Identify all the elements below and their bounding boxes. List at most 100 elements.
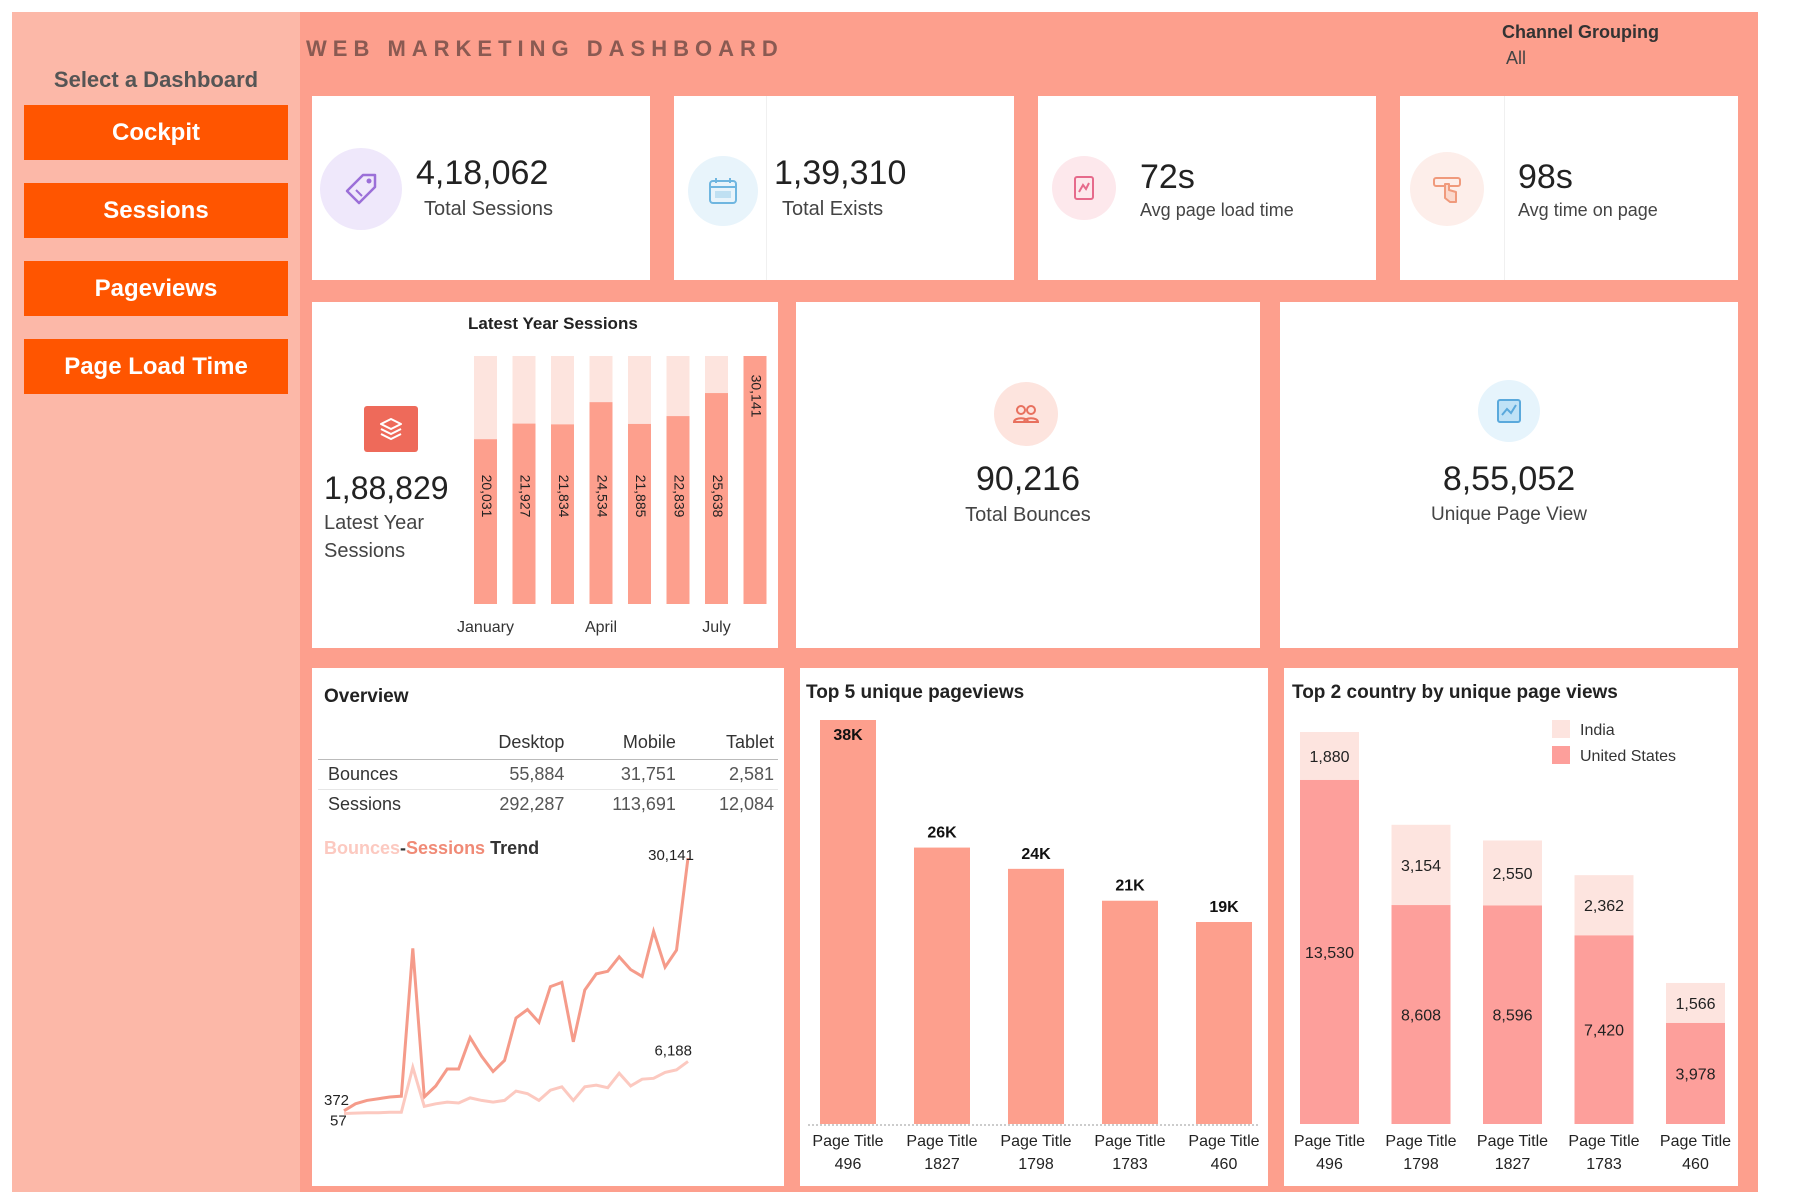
kpi-card-avg-time-on-page: 98s Avg time on page [1400,96,1738,280]
india-value-label: 2,550 [1492,866,1532,883]
bar-remainder [512,356,536,424]
kpi-label: Avg time on page [1518,200,1658,220]
unique-page-view-value: 8,55,052 [1442,460,1576,498]
bar [474,439,497,604]
bar-value-label: 21K [1115,878,1145,895]
bar-remainder [551,356,574,425]
india-value-label: 1,566 [1675,996,1715,1013]
kpi-value: 98s [1518,158,1573,196]
x-tick-label: Page Title [1568,1133,1639,1150]
bar-remainder [705,356,728,394]
total-bounces-value: 90,216 [976,460,1080,498]
x-tick-label: Page Title [1094,1133,1165,1150]
x-tick-label: 496 [835,1156,862,1173]
price-tag-icon [320,148,402,230]
bounces-sessions-trend-chart: 372 57 30,141 6,188 [324,847,694,1130]
bar-remainder [628,356,651,424]
bounces-end-label: 6,188 [654,1042,692,1059]
x-tick-label: 1783 [1112,1156,1148,1173]
x-tick-label: 460 [1211,1156,1238,1173]
divider [1504,96,1505,280]
users-icon [994,382,1058,446]
sessions-start-label: 372 [324,1092,349,1109]
sessions-end-label: 30,141 [648,847,694,864]
sidebar-title: Select a Dashboard [53,67,259,92]
bar [1196,922,1252,1124]
total-bounces-label: Total Bounces [965,504,1091,526]
x-tick-label: January [457,619,514,636]
kpi-label: Total Sessions [424,198,553,220]
x-tick-label: Page Title [1294,1133,1365,1150]
bar-remainder [589,356,613,403]
top5-card: Top 5 unique pageviews 38K Page Title 496 2… [800,668,1268,1186]
bar-value-label: 19K [1209,899,1239,916]
bar-value-label: 30,141 [748,375,764,418]
us-value-label: 3,978 [1675,1066,1715,1083]
x-tick-label: 1827 [924,1156,960,1173]
sessions-button[interactable]: Sessions [24,183,288,238]
calendar-icon [688,156,758,226]
top2-country-chart: 1,880 13,530 Page Title 496 3,154 8,608 Page T… [1294,720,1731,1173]
bar-remainder [666,356,690,417]
hand-pointer-icon [1410,152,1484,226]
x-tick-label: Page Title [1000,1133,1071,1150]
total-bounces-card: 90,216 Total Bounces [796,302,1260,648]
kpi-card-avg-page-load: 72s Avg page load time [1038,96,1376,280]
bar-value-label: 20,031 [479,475,495,518]
bar-remainder [474,356,497,440]
x-tick-label: Page Title [1188,1133,1259,1150]
bar [1008,868,1064,1124]
x-tick-label: 460 [1682,1156,1709,1173]
india-value-label: 1,880 [1309,749,1349,766]
pageviews-button[interactable]: Pageviews [24,261,288,316]
kpi-label: Avg page load time [1140,200,1294,220]
us-value-label: 8,596 [1492,1008,1532,1025]
latest-year-sessions-card: 1,88,829 Latest Year Sessions Latest Yea… [312,302,778,648]
x-tick-label: Page Title [812,1133,883,1150]
x-tick-label: 1798 [1018,1156,1054,1173]
channel-grouping-filter[interactable]: All [1506,48,1526,69]
top2-country-card: Top 2 country by unique page views 1,880… [1284,668,1738,1186]
bar-value-label: 21,885 [633,475,649,518]
x-tick-label: 1783 [1586,1156,1622,1173]
kpi-card-total-exits: 1,39,310 Total Exists [674,96,1014,280]
india-value-label: 3,154 [1401,858,1441,875]
x-tick-label: Page Title [1660,1133,1731,1150]
bar [914,847,970,1124]
kpi-value: 72s [1140,158,1195,196]
kpi-card-total-sessions: 4,18,062 Total Sessions [312,96,650,280]
x-tick-label: 1827 [1495,1156,1531,1173]
unique-page-view-label: Unique Page View [1431,504,1587,525]
divider [766,96,767,280]
bar-value-label: 24,534 [594,475,610,518]
legend-swatch-united-states [1552,746,1570,764]
overview-card: Overview Desktop Mobile Tablet Bounces 5… [312,668,784,1186]
x-tick-label: April [585,619,617,636]
x-tick-label: 496 [1316,1156,1343,1173]
x-tick-label: Page Title [1477,1133,1548,1150]
kpi-label: Total Exists [782,198,884,220]
kpi-value: 1,39,310 [774,154,907,192]
bounces-start-label: 57 [330,1113,347,1130]
x-tick-label: Page Title [906,1133,977,1150]
bar-value-label: 25,638 [710,475,726,518]
unique-page-view-card: 8,55,052 Unique Page View [1280,302,1738,648]
kpi-value: 4,18,062 [416,154,549,192]
dashboard-icon [1478,380,1540,442]
channel-grouping-label: Channel Grouping [1502,22,1659,42]
us-value-label: 8,608 [1401,1008,1441,1025]
page-load-time-button[interactable]: Page Load Time [24,339,288,394]
bar-value-label: 21,834 [556,475,572,518]
dashboard-title: WEB MARKETING DASHBOARD [306,36,784,61]
bar-value-label: 38K [833,727,863,744]
sessions-series-line [343,857,690,1113]
cockpit-button[interactable]: Cockpit [24,105,288,160]
x-tick-label: Page Title [1385,1133,1456,1150]
x-tick-label: July [702,619,730,636]
bar-value-label: 21,927 [517,475,533,518]
bar-value-label: 22,839 [671,475,687,518]
legend-swatch-india [1552,720,1570,738]
page-load-icon [1052,156,1116,220]
bounces-series-line [343,1060,689,1116]
legend-label-united-states: United States [1580,748,1676,765]
